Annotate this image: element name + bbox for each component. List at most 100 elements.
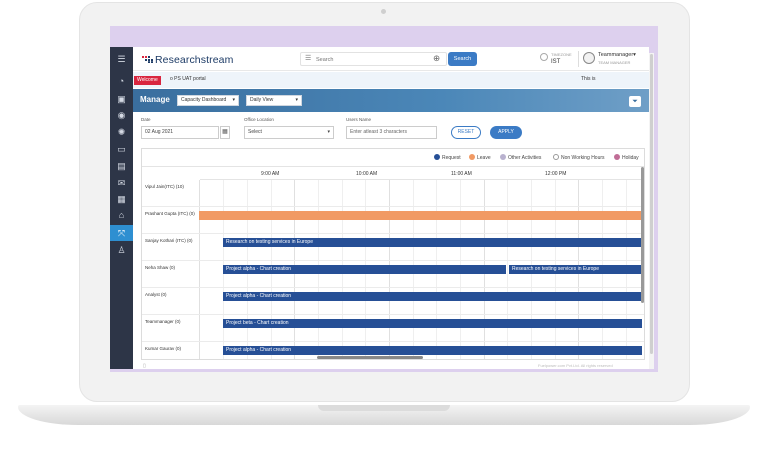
timezone-label: TIMEZONE: [551, 52, 572, 57]
filter-icon[interactable]: ⏷: [629, 96, 641, 107]
legend: Request Leave Other Activities Non Worki…: [142, 149, 644, 167]
date-field[interactable]: 02 Aug 2021: [141, 126, 219, 139]
view-select-value: Daily View: [250, 97, 274, 103]
horizontal-scrollbar[interactable]: [317, 356, 423, 359]
search-input[interactable]: [316, 54, 426, 65]
vertical-scrollbar[interactable]: [641, 167, 644, 303]
legend-label: Holiday: [622, 155, 639, 161]
capacity-icon[interactable]: ⤧: [110, 225, 133, 241]
search-button[interactable]: Search: [448, 52, 477, 66]
row-divider: [199, 342, 200, 359]
legend-item-leave: Leave: [469, 154, 491, 161]
clock-icon: [540, 53, 548, 61]
search-box: ☰ ⊕: [300, 52, 447, 66]
footer: ▯ Fuelpower.com Pvt.Ltd. All rights rese…: [133, 363, 649, 369]
table-row: Prashant Gupta (ITC) (0): [142, 207, 644, 234]
legend-dot: [614, 154, 620, 160]
menu-icon[interactable]: ☰: [110, 51, 133, 67]
user-name[interactable]: Teammanager▾: [598, 52, 636, 58]
request-bar[interactable]: Research on testing services in Europe: [509, 265, 642, 274]
request-bar[interactable]: Project alpha - Chart creation: [223, 346, 642, 355]
user-role: TEAM MANAGER: [598, 60, 631, 65]
legend-item-request: Request: [434, 154, 461, 161]
document-icon: ▯: [143, 363, 146, 369]
calendar-icon[interactable]: ▦: [220, 126, 230, 139]
row-name: Teammanager (0): [145, 319, 181, 324]
legend-dot: [469, 154, 475, 160]
user-lock-icon[interactable]: ♙: [110, 242, 133, 258]
welcome-text: o PS UAT portal: [170, 76, 206, 82]
legend-item-other-activities: Other Activities: [500, 154, 541, 161]
welcome-right-text: This is: [581, 76, 596, 82]
row-name: Vipul Jain(ITC) (10): [145, 184, 184, 189]
time-header: 9:00 AM 10:00 AM 11:00 AM 12:00 PM: [200, 168, 644, 180]
legend-label: Non Working Hours: [561, 155, 605, 161]
table-row: Vipul Jain(ITC) (10): [142, 180, 644, 207]
bulb-icon[interactable]: ✺: [110, 124, 133, 140]
logo-icon: [142, 56, 153, 63]
row-divider: [199, 315, 200, 341]
legend-dot: [434, 154, 440, 160]
table-row: Neha Shaw (0) Project alpha - Chart crea…: [142, 261, 644, 288]
row-divider: [199, 288, 200, 314]
request-bar[interactable]: Research on testing services in Europe: [223, 238, 642, 247]
legend-label: Other Activities: [508, 155, 542, 161]
laptop-notch: [318, 405, 450, 411]
document-icon[interactable]: ▦: [110, 191, 133, 207]
request-bar[interactable]: Project beta - Chart creation: [223, 319, 642, 328]
request-bar[interactable]: Project alpha - Chart creation: [223, 292, 642, 301]
users-input[interactable]: Enter atleast 3 characters: [346, 126, 437, 139]
chevron-down-icon: ▾: [327, 129, 330, 135]
report-icon[interactable]: ▤: [110, 158, 133, 174]
request-bar[interactable]: Project alpha - Chart creation: [223, 265, 506, 274]
sidebar: ☰ ◔ ▣ ◉ ✺ ▭ ▤ ✉ ▦ ⌂ ⤧ ♙: [110, 47, 133, 369]
eye-icon[interactable]: ◉: [110, 107, 133, 123]
inbox-icon[interactable]: ⌂: [110, 207, 133, 223]
legend-label: Request: [442, 155, 461, 161]
legend-label: Leave: [477, 155, 491, 161]
row-divider: [199, 234, 200, 260]
chevron-down-icon: ▾: [633, 52, 636, 58]
row-divider: [199, 261, 200, 287]
table-row: Sanjay Kothari (ITC) (0) Research on tes…: [142, 234, 644, 261]
row-name: Analyst (0): [145, 292, 167, 297]
legend-dot: [500, 154, 506, 160]
dashboard-select[interactable]: Capacity Dashboard ▾: [177, 95, 239, 106]
reset-button[interactable]: RESET: [451, 126, 481, 139]
target-icon[interactable]: ⊕: [433, 53, 440, 64]
save-icon[interactable]: ▣: [110, 91, 133, 107]
apply-button[interactable]: APPLY: [490, 126, 522, 139]
legend-item-non-working-hours: Non Working Hours: [553, 154, 605, 161]
footer-text: Fuelpower.com Pvt.Ltd. All rights reserv…: [538, 363, 613, 368]
avatar[interactable]: [583, 52, 595, 64]
time-label: 10:00 AM: [356, 171, 378, 177]
office-label: Office Location: [244, 117, 274, 122]
timezone-value: IST: [551, 59, 561, 65]
legend-dot: [553, 154, 559, 160]
leave-bar[interactable]: [199, 211, 642, 220]
time-label: 9:00 AM: [261, 171, 280, 177]
list-icon: ☰: [305, 55, 312, 62]
camera: [381, 9, 386, 14]
welcome-badge: Welcome: [134, 76, 161, 85]
office-select-value: Select: [248, 129, 262, 135]
schedule-grid: Request Leave Other Activities Non Worki…: [141, 148, 645, 360]
mail-icon[interactable]: ✉: [110, 175, 133, 191]
view-select[interactable]: Daily View ▾: [246, 95, 302, 106]
brand-name: Researchstream: [155, 54, 234, 66]
top-bar: Researchstream ☰ ⊕ Search TIMEZONE IST T…: [133, 47, 649, 71]
chat-icon[interactable]: ▭: [110, 141, 133, 157]
date-label: Date: [141, 117, 151, 122]
row-name: Sanjay Kothari (ITC) (0): [145, 238, 193, 243]
app-window: Researchstream ☰ ⊕ Search TIMEZONE IST T…: [133, 47, 649, 369]
dashboard-select-value: Capacity Dashboard: [181, 97, 227, 103]
office-select[interactable]: Select ▾: [244, 126, 334, 139]
row-name: Neha Shaw (0): [145, 265, 176, 270]
row-divider: [199, 180, 200, 206]
table-row: Analyst (0) Project alpha - Chart creati…: [142, 288, 644, 315]
page-scrollbar[interactable]: [650, 54, 653, 354]
time-label: 12:00 PM: [545, 171, 567, 177]
page-title: Manage: [140, 95, 170, 104]
chevron-down-icon: ▾: [232, 97, 235, 103]
speedometer-icon[interactable]: ◔: [110, 73, 133, 89]
